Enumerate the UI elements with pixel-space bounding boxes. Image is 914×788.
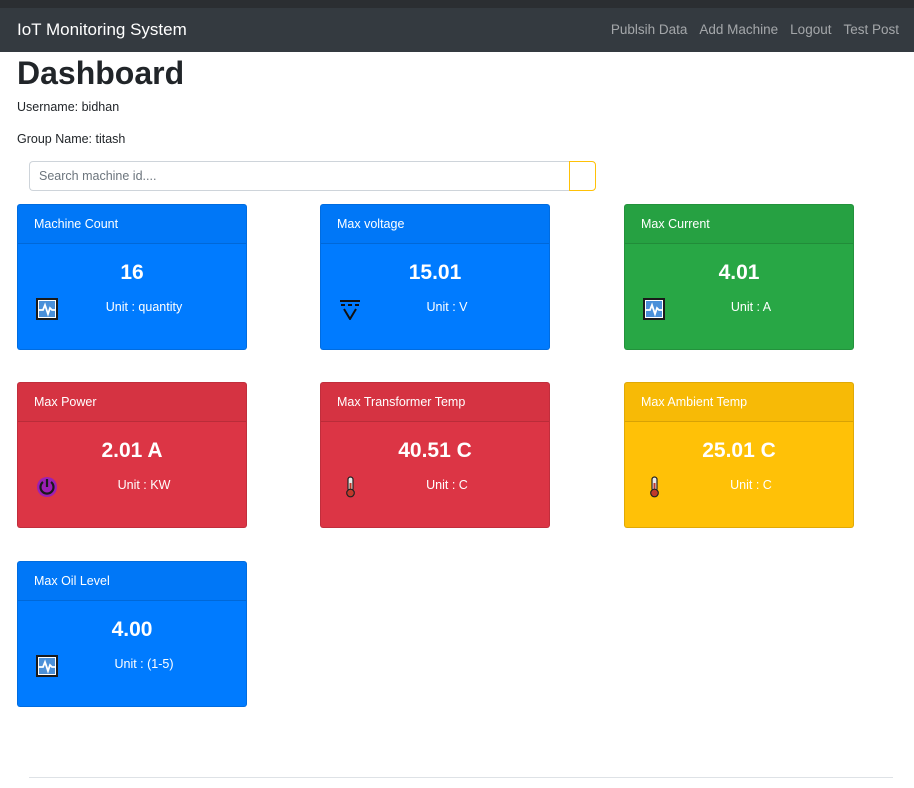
search-bar <box>29 161 596 191</box>
card-title: Max Ambient Temp <box>625 383 853 422</box>
card-value: 15.01 <box>408 261 462 284</box>
group-name-text: Group Name: titash <box>17 132 126 146</box>
search-input[interactable] <box>29 161 570 191</box>
navbar: IoT Monitoring System Publsih Data Add M… <box>0 8 914 52</box>
card-max-voltage: Max voltage 15.01 Unit : V <box>320 204 550 350</box>
card-value: 4.01 <box>718 261 760 284</box>
card-unit: Unit : (1-5) <box>114 657 174 671</box>
username-text: Username: bidhan <box>17 100 120 114</box>
footer-divider <box>29 777 893 778</box>
card-max-current: Max Current 4.01 Unit : A <box>624 204 854 350</box>
card-title: Max Current <box>625 205 853 244</box>
card-max-power: Max Power 2.01 A Unit : KW <box>17 382 247 528</box>
card-unit: Unit : A <box>730 300 772 314</box>
nav-logout[interactable]: Logout <box>790 22 831 37</box>
card-title: Max Transformer Temp <box>321 383 549 422</box>
card-value: 25.01 C <box>702 439 776 462</box>
card-max-oil-level: Max Oil Level 4.00 Unit : (1-5) <box>17 561 247 707</box>
card-value: 2.01 A <box>101 439 163 462</box>
card-max-transformer-temp: Max Transformer Temp 40.51 C Unit : C <box>320 382 550 528</box>
brand[interactable]: IoT Monitoring System <box>17 20 187 40</box>
card-title: Max voltage <box>321 205 549 244</box>
nav-links: Publsih Data Add Machine Logout Test Pos… <box>611 22 899 37</box>
nav-test-post[interactable]: Test Post <box>843 22 899 37</box>
page-title: Dashboard <box>17 55 185 91</box>
card-value: 40.51 C <box>398 439 472 462</box>
card-unit: Unit : C <box>730 478 772 492</box>
card-unit: Unit : C <box>426 478 468 492</box>
card-unit: Unit : V <box>426 300 468 314</box>
card-value: 16 <box>120 261 144 284</box>
search-button[interactable] <box>569 161 596 191</box>
card-title: Machine Count <box>18 205 246 244</box>
card-title: Max Power <box>18 383 246 422</box>
nav-publish-data[interactable]: Publsih Data <box>611 22 688 37</box>
nav-add-machine[interactable]: Add Machine <box>699 22 778 37</box>
card-machine-count: Machine Count 16 Unit : quantity <box>17 204 247 350</box>
card-title: Max Oil Level <box>18 562 246 601</box>
top-strip <box>0 0 914 8</box>
card-value: 4.00 <box>111 618 153 641</box>
card-max-ambient-temp: Max Ambient Temp 25.01 C Unit : C <box>624 382 854 528</box>
card-unit: Unit : quantity <box>105 300 183 314</box>
card-unit: Unit : KW <box>117 478 171 492</box>
